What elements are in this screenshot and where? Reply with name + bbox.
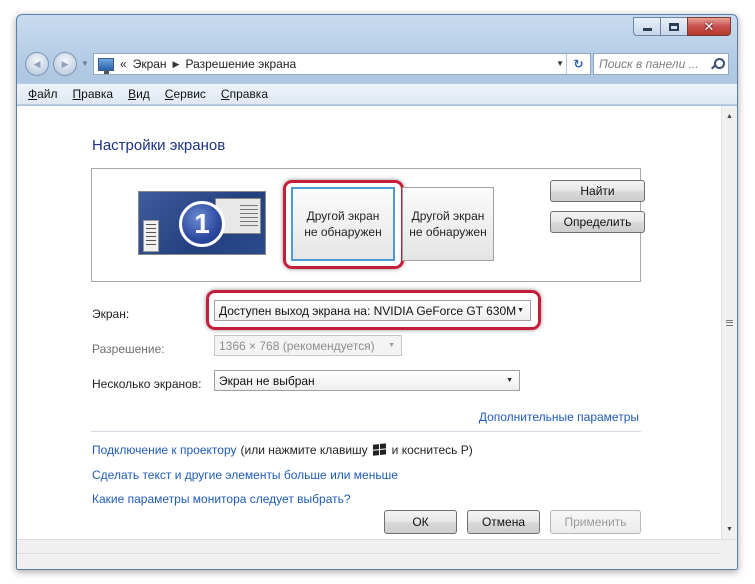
projector-hint-before: (или нажмите клавишу <box>240 443 368 457</box>
monitor-3-line2: не обнаружен <box>409 225 487 239</box>
monitor-2-text: Другой экран не обнаружен <box>304 208 381 240</box>
scroll-grip-icon[interactable] <box>726 320 733 326</box>
horizontal-scrollbar[interactable] <box>17 540 721 554</box>
forward-arrow-icon: ▶ <box>61 58 69 69</box>
back-arrow-icon: ◀ <box>33 58 41 69</box>
resolution-select-value: 1366 × 768 (рекомендуется) <box>219 338 375 353</box>
window-preview-thumbnail <box>143 220 159 252</box>
menu-file-hotkey: Ф <box>28 87 38 101</box>
content-area: Настройки экранов 1 Другой экран не обнар… <box>17 106 721 539</box>
menu-view[interactable]: Вид <box>128 87 150 101</box>
menu-tools-label: ервис <box>173 87 206 101</box>
menu-view-label: ид <box>136 87 150 101</box>
resolution-label: Разрешение: <box>92 342 165 356</box>
divider <box>91 431 641 432</box>
multiple-displays-label: Несколько экранов: <box>92 377 202 391</box>
refresh-icon: ↻ <box>573 57 584 71</box>
resolution-select[interactable]: 1366 × 768 (рекомендуется) ▼ <box>214 335 402 356</box>
menu-help-label: правка <box>229 87 268 101</box>
status-bar <box>17 539 737 569</box>
text-size-link[interactable]: Сделать текст и другие элементы больше и… <box>92 468 398 482</box>
screen-select[interactable]: Доступен выход экрана на: NVIDIA GeForce… <box>214 300 531 321</box>
connect-projector-link[interactable]: Подключение к проектору <box>92 443 237 457</box>
search-icon[interactable] <box>711 58 725 70</box>
advanced-settings-link[interactable]: Дополнительные параметры <box>479 410 639 424</box>
minimize-button[interactable] <box>633 17 660 36</box>
windows-key-icon <box>372 443 387 456</box>
recent-pages-dropdown[interactable]: ▼ <box>81 59 89 68</box>
address-dropdown-icon[interactable]: ▼ <box>556 59 564 68</box>
breadcrumb-separator-icon[interactable]: ▶ <box>173 59 180 70</box>
monitor-arrangement-panel: 1 Другой экран не обнаружен Другой экран н… <box>91 168 645 282</box>
menu-help-hotkey: С <box>220 87 230 101</box>
menu-edit-label: равка <box>81 87 114 101</box>
monitor-3-not-detected[interactable]: Другой экран не обнаружен <box>402 187 494 261</box>
chevron-down-icon: ▼ <box>388 342 395 349</box>
detect-button[interactable]: Определить <box>550 211 645 233</box>
page-title: Настройки экранов <box>92 137 226 154</box>
menu-edit-hotkey: П <box>72 87 82 101</box>
refresh-button[interactable]: ↻ <box>566 54 590 74</box>
search-box[interactable]: Поиск в панели ... <box>593 53 729 75</box>
menu-tools[interactable]: Сервис <box>165 87 206 101</box>
scroll-up-icon[interactable]: ▲ <box>722 108 737 124</box>
monitor-number-badge: 1 <box>179 201 225 247</box>
chevron-down-icon: ▼ <box>517 307 524 314</box>
monitor-1[interactable]: 1 <box>138 191 266 255</box>
breadcrumb-prefix[interactable]: « <box>120 57 127 71</box>
maximize-button[interactable] <box>660 17 687 36</box>
projector-row: Подключение к проектору (или нажмите кла… <box>92 443 473 457</box>
vertical-scrollbar[interactable]: ▲ ▼ <box>721 106 737 539</box>
breadcrumb-item-resolution[interactable]: Разрешение экрана <box>185 57 296 71</box>
monitor-2-line2: не обнаружен <box>304 225 382 239</box>
menu-file[interactable]: Файл <box>28 87 58 101</box>
menu-file-label: айл <box>37 87 58 101</box>
multiple-displays-select[interactable]: Экран не выбран ▼ <box>214 370 520 391</box>
screen-select-value: Доступен выход экрана на: NVIDIA GeForce… <box>219 303 517 318</box>
monitor-2-not-detected[interactable]: Другой экран не обнаружен <box>291 187 395 261</box>
caption-buttons: ✕ <box>633 17 731 36</box>
projector-hint-after: и коснитесь P) <box>391 443 473 457</box>
screen-label: Экран: <box>92 307 130 321</box>
forward-button[interactable]: ▶ <box>53 52 77 76</box>
close-icon: ✕ <box>703 19 715 34</box>
cancel-button[interactable]: Отмена <box>467 510 540 534</box>
address-bar[interactable]: « Экран ▶ Разрешение экрана ▼ ↻ <box>93 53 591 75</box>
monitor-2-line1: Другой экран <box>306 209 380 223</box>
back-button[interactable]: ◀ <box>25 52 49 76</box>
navigation-bar: ◀ ▶ ▼ « Экран ▶ Разрешение экрана ▼ ↻ По… <box>23 51 729 77</box>
menu-bar: Файл Правка Вид Сервис Справка <box>17 83 737 105</box>
menu-view-hotkey: В <box>128 87 137 101</box>
menu-edit[interactable]: Правка <box>73 87 114 101</box>
display-control-panel-icon <box>98 57 114 74</box>
search-input[interactable]: Поиск в панели ... <box>599 57 699 71</box>
close-button[interactable]: ✕ <box>687 17 731 36</box>
ok-button[interactable]: ОК <box>384 510 457 534</box>
control-panel-window: ✕ ◀ ▶ ▼ « Экран ▶ Разрешение экрана ▼ ↻ … <box>16 14 738 570</box>
maximize-icon <box>669 22 679 31</box>
monitor-help-link[interactable]: Какие параметры монитора следует выбрать… <box>92 492 351 506</box>
find-button[interactable]: Найти <box>550 180 645 202</box>
monitor-3-line1: Другой экран <box>411 209 485 223</box>
breadcrumb-item-screen[interactable]: Экран <box>133 57 167 71</box>
menu-help[interactable]: Справка <box>221 87 268 101</box>
chevron-down-icon: ▼ <box>506 377 513 384</box>
monitor-3-text: Другой экран не обнаружен <box>409 208 486 240</box>
multiple-displays-value: Экран не выбран <box>219 373 315 388</box>
apply-button[interactable]: Применить <box>550 510 641 534</box>
scroll-down-icon[interactable]: ▼ <box>722 521 737 537</box>
minimize-icon <box>642 28 652 31</box>
